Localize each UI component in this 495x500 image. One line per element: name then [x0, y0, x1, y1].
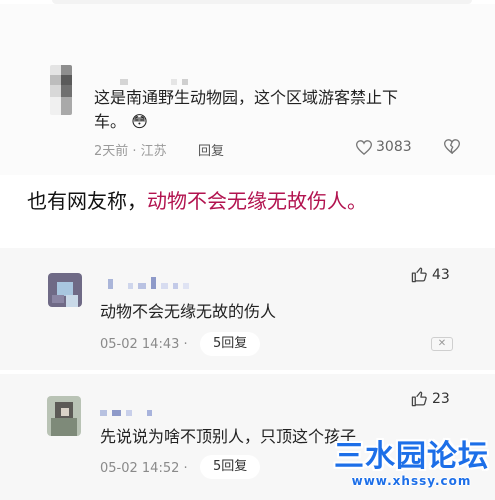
- comment-text-line2: 车。: [94, 112, 127, 131]
- like-button[interactable]: 3083: [356, 139, 412, 155]
- watermark-url: www.xhssy.com: [351, 474, 472, 488]
- reply-card: 动物不会无缘无故的伤人 05-02 14:43 · 5回复 43 ✕: [0, 248, 495, 370]
- avatar[interactable]: [50, 65, 72, 115]
- comment-text-line1: 这是南通野生动物园，这个区域游客禁止下: [94, 88, 399, 107]
- comment-time-location: 2天前 · 江苏: [94, 144, 167, 159]
- flushed-face-emoji-icon: 😳: [131, 112, 148, 131]
- view-replies-button[interactable]: 5回复: [200, 332, 261, 356]
- watermark-logo-text: 三水园论坛: [334, 439, 489, 474]
- reply-text: 动物不会无缘无故的伤人: [100, 302, 277, 321]
- close-icon[interactable]: ✕: [431, 337, 453, 351]
- heart-icon: [356, 139, 372, 155]
- thumbs-up-icon: [411, 391, 427, 407]
- thumbs-up-icon: [411, 267, 427, 283]
- like-count: 23: [432, 390, 450, 407]
- broken-heart-icon: [444, 139, 460, 154]
- previous-item-edge: [0, 0, 495, 4]
- article-text: 也有网友称，动物不会无缘无故伤人。: [27, 185, 367, 214]
- username-blurred[interactable]: [100, 401, 157, 416]
- like-count: 43: [432, 266, 450, 283]
- like-button[interactable]: 23: [411, 390, 450, 407]
- reply-date: 05-02 14:43 ·: [100, 337, 188, 352]
- username-blurred[interactable]: [120, 70, 193, 85]
- like-button[interactable]: 43: [411, 266, 450, 283]
- site-watermark: 三水园论坛 www.xhssy.com: [334, 439, 489, 489]
- like-count: 3083: [376, 139, 412, 155]
- view-replies-button[interactable]: 5回复: [200, 455, 261, 479]
- comment-text: 这是南通野生动物园，这个区域游客禁止下 车。 😳: [94, 86, 454, 134]
- username-blurred[interactable]: [108, 274, 194, 289]
- article-text-highlight: 动物不会无缘无故伤人。: [147, 189, 367, 213]
- reply-text: 先说说为啥不顶别人，只顶这个孩子: [100, 427, 357, 446]
- reply-button[interactable]: 回复: [198, 140, 224, 159]
- avatar[interactable]: [48, 273, 82, 307]
- article-text-prefix: 也有网友称，: [27, 189, 147, 213]
- avatar[interactable]: [47, 396, 81, 436]
- reply-date: 05-02 14:52 ·: [100, 461, 188, 476]
- dislike-button[interactable]: [444, 139, 460, 154]
- comment-card: 这是南通野生动物园，这个区域游客禁止下 车。 😳 2天前 · 江苏 回复 308…: [0, 0, 495, 175]
